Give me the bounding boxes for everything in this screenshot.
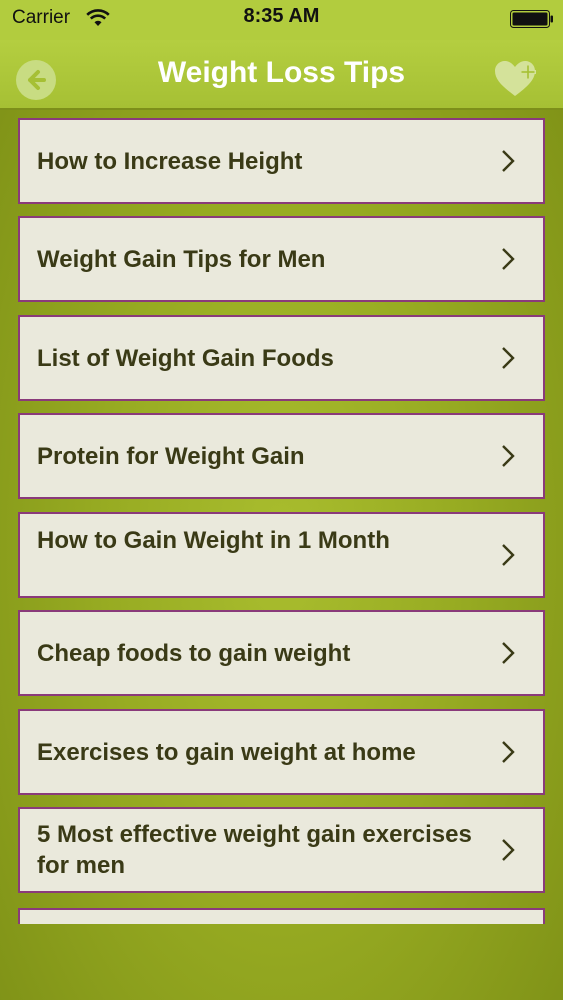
list-item-label: Cheap foods to gain weight — [37, 639, 351, 667]
list-item-label: List of Weight Gain Foods — [37, 344, 334, 372]
heart-plus-icon[interactable] — [493, 58, 541, 100]
list-item[interactable]: Weight Gain Tips for Men — [18, 216, 545, 302]
chevron-right-icon — [502, 248, 515, 270]
list-item[interactable]: Protein for Weight Gain — [18, 413, 545, 499]
clock: 8:35 AM — [243, 5, 320, 27]
chevron-right-icon — [502, 544, 515, 566]
list-item[interactable]: Cheap foods to gain weight — [18, 610, 545, 696]
list-item[interactable]: Exercises to gain weight at home — [18, 709, 545, 795]
list-item-label: 5 Most effective weight gain exercises f… — [37, 821, 472, 879]
list-item-label: How to Gain Weight in 1 Month — [37, 527, 390, 554]
chevron-right-icon — [502, 642, 515, 664]
list-item[interactable]: How to Gain Weight in 1 Month — [18, 512, 545, 598]
list-item-label: Weight Gain Tips for Men — [37, 245, 326, 273]
status-bar: Carrier 8:35 AM — [0, 0, 563, 40]
chevron-right-icon — [502, 741, 515, 763]
list-item[interactable]: List of Weight Gain Foods — [18, 315, 545, 401]
page-title: Weight Loss Tips — [157, 56, 406, 89]
chevron-right-icon — [502, 445, 515, 467]
list-item-partial[interactable] — [18, 908, 545, 924]
list-item-label: Exercises to gain weight at home — [37, 738, 416, 766]
list-item[interactable]: How to Increase Height — [18, 118, 545, 204]
battery-icon — [510, 10, 553, 28]
chevron-right-icon — [502, 150, 515, 172]
chevron-right-icon — [502, 347, 515, 369]
list-item[interactable]: 5 Most effective weight gain exercises f… — [18, 807, 545, 893]
navigation-bar: Weight Loss Tips — [0, 40, 563, 110]
chevron-right-icon — [502, 839, 515, 861]
list-item-label: How to Increase Height — [37, 147, 303, 175]
list-item-label: Protein for Weight Gain — [37, 442, 305, 470]
